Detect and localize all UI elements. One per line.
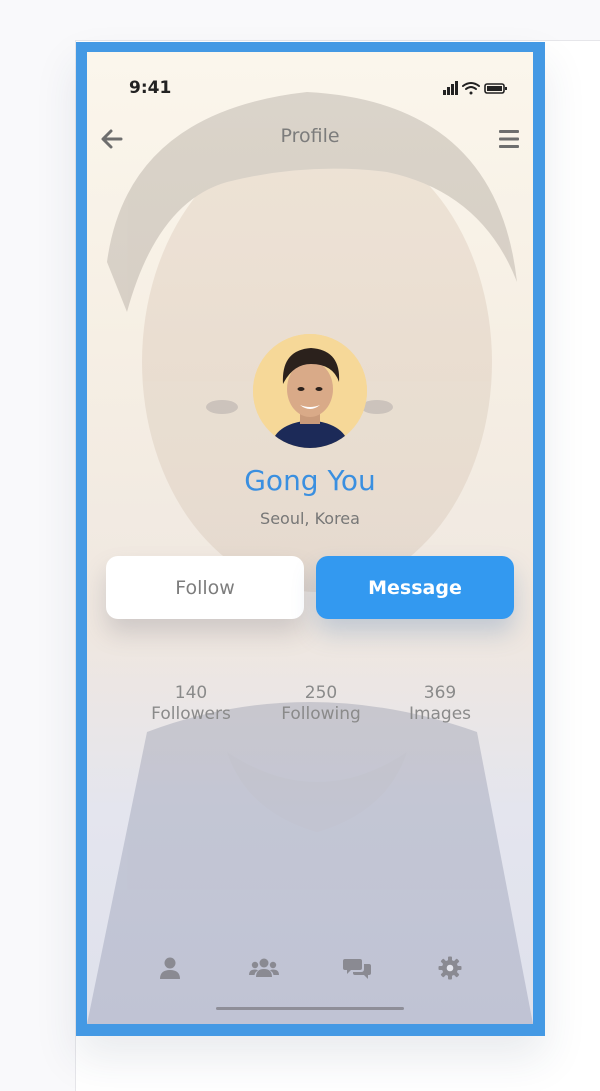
stat-images[interactable]: 369 Images bbox=[380, 683, 500, 725]
users-icon[interactable] bbox=[249, 956, 279, 980]
chat-bubbles-icon[interactable] bbox=[343, 956, 371, 980]
hamburger-menu-icon[interactable] bbox=[497, 128, 521, 150]
background-photo bbox=[87, 92, 533, 1024]
home-indicator bbox=[216, 1007, 404, 1010]
stat-value: 250 bbox=[304, 683, 338, 703]
page-title: Profile bbox=[280, 125, 340, 147]
message-button[interactable]: Message bbox=[316, 556, 514, 619]
stat-label: Images bbox=[408, 704, 472, 724]
gear-icon[interactable] bbox=[437, 956, 463, 980]
stat-label: Following bbox=[281, 704, 361, 724]
profile-location: Seoul, Korea bbox=[260, 509, 360, 528]
status-icons bbox=[443, 81, 507, 95]
status-time: 9:41 bbox=[129, 78, 172, 98]
stat-value: 369 bbox=[423, 683, 457, 703]
wifi-icon bbox=[462, 82, 480, 95]
user-icon[interactable] bbox=[157, 956, 183, 980]
avatar-portrait bbox=[253, 334, 367, 448]
stat-value: 140 bbox=[174, 683, 208, 703]
avatar[interactable] bbox=[253, 334, 367, 448]
stat-label: Followers bbox=[151, 704, 231, 724]
profile-screen: 9:41 Profile Gong You Seoul, Korea Follo… bbox=[87, 52, 533, 1024]
stat-followers[interactable]: 140 Followers bbox=[131, 683, 251, 725]
signal-icon bbox=[443, 81, 458, 95]
follow-button[interactable]: Follow bbox=[106, 556, 304, 619]
profile-name: Gong You bbox=[244, 464, 376, 497]
battery-icon bbox=[484, 83, 507, 94]
stat-following[interactable]: 250 Following bbox=[261, 683, 381, 725]
